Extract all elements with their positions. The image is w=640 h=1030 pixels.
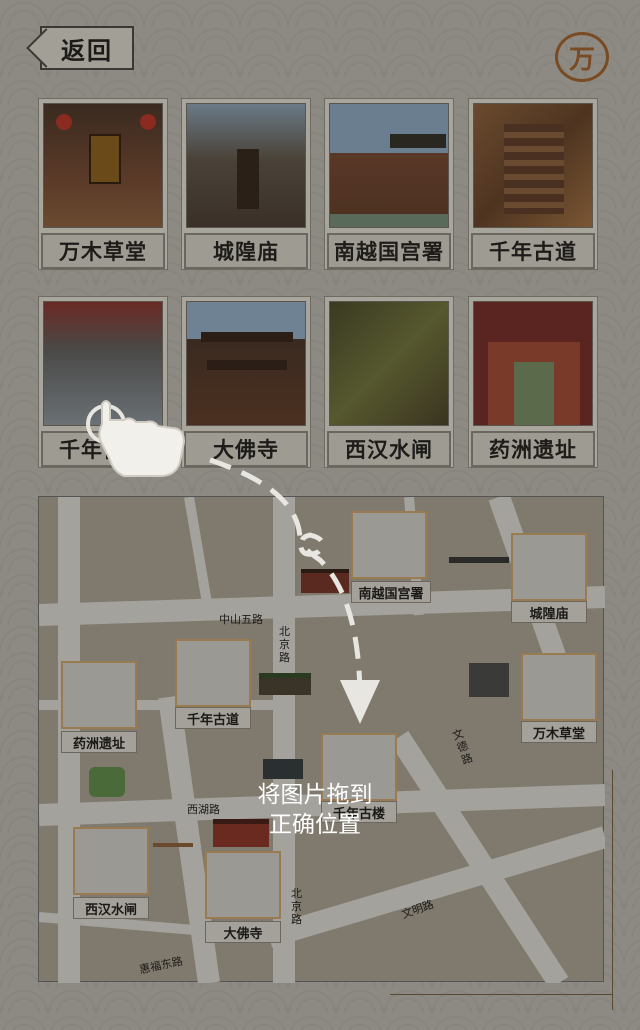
hint-line-1: 将图片拖到 <box>257 782 373 808</box>
drag-hint: 将图片拖到 正确位置 <box>240 780 390 840</box>
drag-path-icon <box>209 457 380 724</box>
hint-line-2: 正确位置 <box>269 812 361 838</box>
hand-icon <box>86 400 186 477</box>
